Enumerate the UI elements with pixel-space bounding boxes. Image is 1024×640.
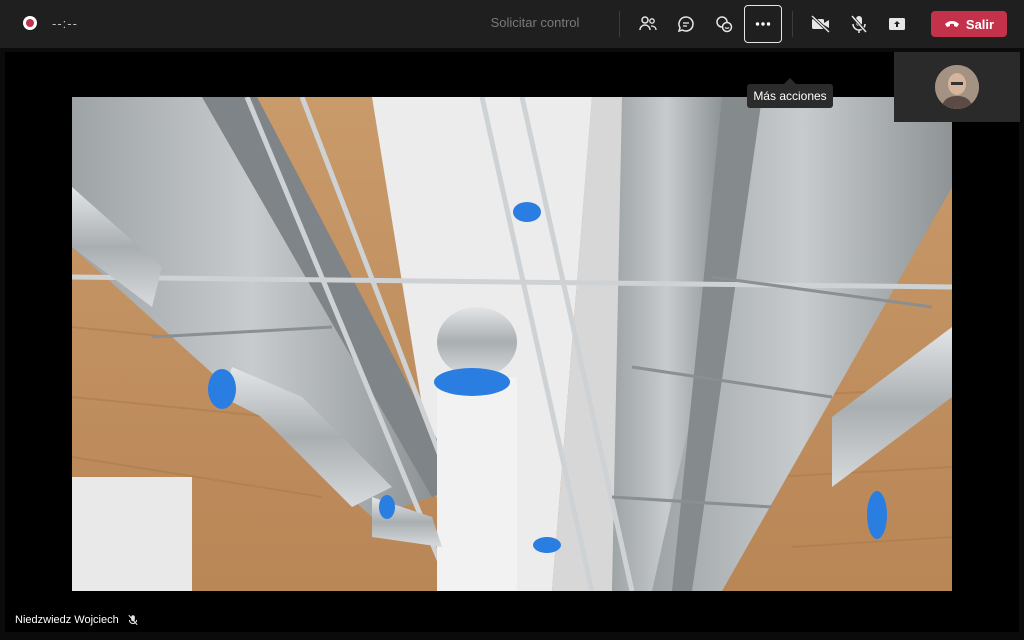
people-icon xyxy=(639,16,657,31)
phone-hangup-icon xyxy=(944,21,959,27)
camera-toggle-button[interactable] xyxy=(803,6,839,42)
mic-off-icon xyxy=(850,15,868,33)
reactions-button[interactable] xyxy=(706,6,742,42)
participant-name: Niedzwiedz Wojciech xyxy=(15,614,119,626)
toolbar-divider xyxy=(792,11,793,37)
mic-off-icon xyxy=(128,614,138,626)
participant-name-tag: Niedzwiedz Wojciech xyxy=(15,614,139,626)
leave-button[interactable]: Salir xyxy=(931,11,1007,37)
reactions-icon xyxy=(716,16,733,33)
more-actions-icon xyxy=(755,22,771,26)
record-indicator-icon xyxy=(23,16,37,30)
toolbar-divider xyxy=(619,11,620,37)
more-actions-tooltip: Más acciones xyxy=(747,78,833,108)
request-control-button[interactable]: Solicitar control xyxy=(478,15,592,30)
meeting-toolbar: --:-- Solicitar control Salir xyxy=(0,0,1024,48)
chat-button[interactable] xyxy=(668,6,704,42)
share-screen-button[interactable] xyxy=(879,6,915,42)
chat-icon xyxy=(677,16,694,33)
camera-off-icon xyxy=(810,14,831,34)
meeting-timer: --:-- xyxy=(52,16,78,31)
mic-toggle-button[interactable] xyxy=(841,6,877,42)
self-view-tile[interactable] xyxy=(894,52,1020,122)
shared-video-feed xyxy=(72,97,952,591)
more-actions-button[interactable] xyxy=(744,5,782,43)
people-button[interactable] xyxy=(630,6,666,42)
share-screen-icon xyxy=(889,18,905,30)
ceiling-ducts-image xyxy=(72,97,952,591)
avatar xyxy=(935,65,979,109)
leave-label: Salir xyxy=(965,16,995,32)
